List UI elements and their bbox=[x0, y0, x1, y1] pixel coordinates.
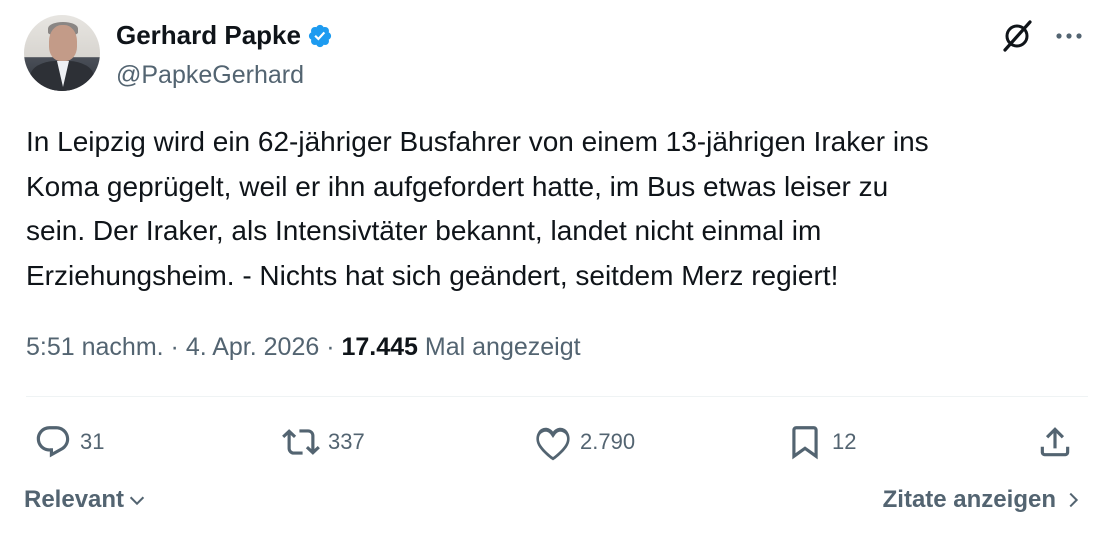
author-name-row[interactable]: Gerhard Papke bbox=[116, 20, 333, 51]
author-handle[interactable]: @PapkeGerhard bbox=[116, 61, 304, 90]
bookmark-icon bbox=[792, 426, 818, 460]
tweet-date[interactable]: 4. Apr. 2026 bbox=[186, 333, 319, 361]
grok-icon[interactable] bbox=[1000, 19, 1034, 53]
reply-icon bbox=[36, 426, 70, 458]
quotes-label: Zitate anzeigen bbox=[882, 486, 1056, 513]
repost-icon bbox=[282, 429, 320, 455]
bookmark-count: 12 bbox=[832, 429, 857, 454]
views-count[interactable]: 17.445 bbox=[341, 333, 417, 361]
avatar[interactable] bbox=[24, 15, 100, 91]
reply-button[interactable]: 31 bbox=[34, 420, 104, 464]
like-icon bbox=[536, 427, 570, 461]
share-icon bbox=[1040, 427, 1070, 457]
more-icon[interactable] bbox=[1054, 23, 1084, 49]
chevron-down-icon bbox=[129, 496, 145, 506]
tweet-time[interactable]: 5:51 nachm. bbox=[26, 333, 164, 361]
avatar-head bbox=[49, 25, 77, 61]
bookmark-button[interactable]: 12 bbox=[786, 420, 856, 464]
tweet-meta: 5:51 nachm. · 4. Apr. 2026 · 17.445 Mal … bbox=[26, 333, 581, 362]
author-display-name[interactable]: Gerhard Papke bbox=[116, 20, 301, 51]
meta-separator: · bbox=[319, 333, 342, 361]
chevron-right-icon bbox=[1069, 492, 1079, 508]
like-count: 2.790 bbox=[580, 429, 636, 454]
share-button[interactable] bbox=[1036, 420, 1074, 464]
tweet-text: In Leipzig wird ein 62-jähriger Busfahre… bbox=[26, 126, 929, 291]
like-button[interactable]: 2.790 bbox=[534, 420, 635, 464]
views-label[interactable]: Mal angezeigt bbox=[425, 333, 581, 361]
sort-dropdown[interactable]: Relevant bbox=[24, 486, 148, 514]
repost-count: 337 bbox=[328, 429, 365, 454]
reply-count: 31 bbox=[80, 429, 105, 454]
repost-button[interactable]: 337 bbox=[282, 420, 365, 464]
verified-badge-icon[interactable] bbox=[307, 23, 333, 49]
meta-separator: · bbox=[163, 333, 186, 361]
sort-label: Relevant bbox=[24, 486, 125, 513]
divider bbox=[26, 396, 1088, 397]
quotes-link[interactable]: Zitate anzeigen bbox=[883, 486, 1084, 514]
